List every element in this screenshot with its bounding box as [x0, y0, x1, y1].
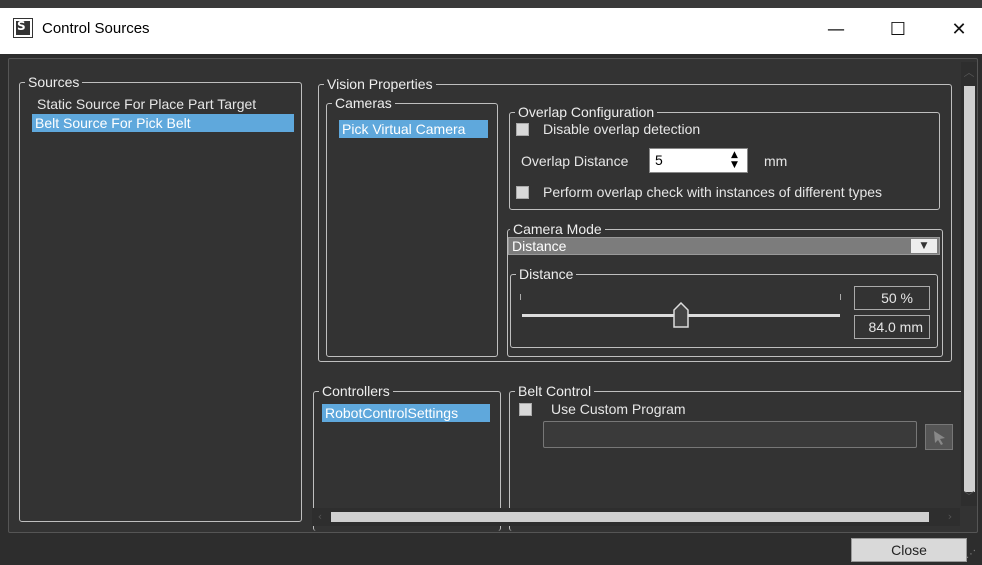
cameras-legend: Cameras	[332, 94, 395, 112]
horizontal-scroll-thumb[interactable]	[331, 512, 929, 522]
scroll-left-icon[interactable]: ‹	[314, 510, 326, 524]
vision-properties-legend: Vision Properties	[324, 75, 436, 93]
disable-overlap-label: Disable overlap detection	[543, 121, 701, 137]
overlap-distance-label: Overlap Distance	[521, 153, 629, 169]
overlap-legend: Overlap Configuration	[515, 103, 658, 121]
sources-group: Sources	[19, 73, 302, 522]
stepper-arrows-icon[interactable]: ▲ ▼	[731, 150, 738, 170]
scroll-down-icon[interactable]: ﹀	[962, 490, 976, 504]
overlap-distance-value: 5	[655, 152, 663, 168]
minimize-button[interactable]: —	[815, 12, 857, 48]
source-item-belt[interactable]: Belt Source For Pick Belt	[32, 114, 294, 132]
use-custom-program-checkbox[interactable]	[519, 403, 532, 416]
vertical-scroll-thumb[interactable]	[964, 86, 975, 492]
cursor-icon	[934, 431, 945, 445]
belt-control-legend: Belt Control	[515, 382, 595, 400]
slider-tick-min	[520, 294, 521, 300]
controllers-legend: Controllers	[319, 382, 393, 400]
camera-mode-legend: Camera Mode	[510, 220, 605, 238]
sources-legend: Sources	[25, 73, 83, 91]
controller-item-robot[interactable]: RobotControlSettings	[322, 404, 490, 422]
disable-overlap-checkbox[interactable]	[516, 123, 529, 136]
overlap-distance-unit: mm	[764, 153, 788, 169]
source-item-static[interactable]: Static Source For Place Part Target	[34, 95, 259, 113]
camera-mode-select[interactable]: Distance ▼	[508, 237, 940, 255]
distance-slider-thumb[interactable]	[673, 302, 689, 328]
resize-grip-icon[interactable]: ⋰	[966, 550, 980, 563]
distance-legend: Distance	[516, 265, 577, 283]
chevron-down-icon[interactable]: ▼	[911, 239, 937, 253]
close-window-button[interactable]: ✕	[938, 12, 980, 48]
different-types-label: Perform overlap check with instances of …	[543, 184, 883, 200]
vertical-scrollbar[interactable]: ︿ ﹀	[961, 62, 977, 506]
close-button[interactable]: Close	[851, 538, 967, 562]
camera-mode-value: Distance	[512, 238, 567, 254]
maximize-button[interactable]: ☐	[877, 12, 919, 48]
distance-mm-field[interactable]: 84.0 mm	[854, 315, 930, 339]
custom-program-input[interactable]	[543, 421, 917, 448]
scroll-up-icon[interactable]: ︿	[962, 66, 976, 80]
app-icon: S	[13, 18, 33, 38]
use-custom-program-label: Use Custom Program	[551, 401, 686, 417]
different-types-checkbox[interactable]	[516, 186, 529, 199]
slider-tick-max	[840, 294, 841, 300]
overlap-distance-stepper[interactable]: 5 ▲ ▼	[649, 148, 748, 173]
distance-percent-field[interactable]: 50 %	[854, 286, 930, 310]
browse-program-button[interactable]	[925, 424, 953, 450]
window-title: Control Sources	[42, 20, 150, 37]
cameras-group: Cameras	[326, 94, 498, 357]
camera-item-pick-virtual[interactable]: Pick Virtual Camera	[339, 120, 488, 138]
scroll-right-icon[interactable]: ›	[944, 510, 956, 524]
horizontal-scrollbar[interactable]: ‹ ›	[312, 508, 960, 526]
